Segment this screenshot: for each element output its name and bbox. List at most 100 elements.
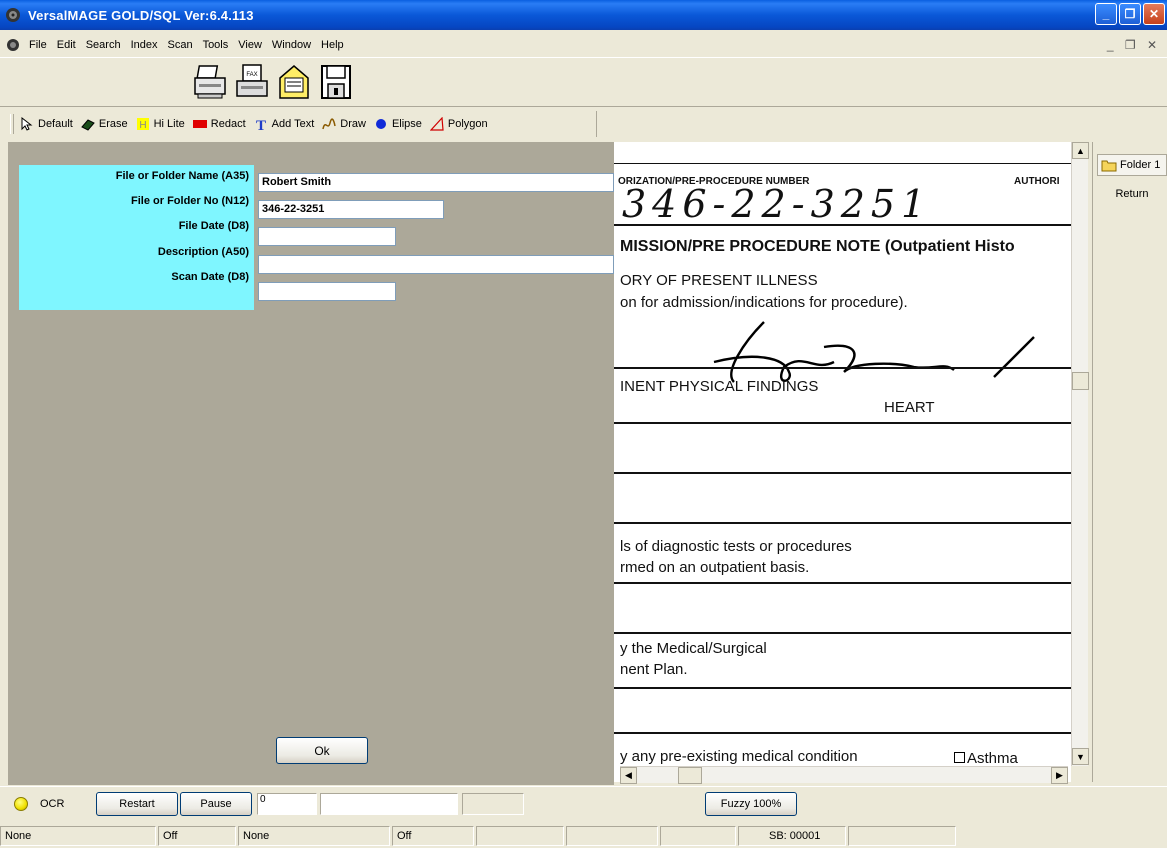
scroll-down-arrow-icon[interactable]: ▼ xyxy=(1072,748,1089,765)
return-button[interactable]: Return xyxy=(1097,188,1167,200)
field-label-file-date: File Date (D8) xyxy=(178,220,249,232)
bottom-control-bar: OCR Restart Pause 0 Fuzzy 100% xyxy=(0,786,1167,820)
menu-bar: File Edit Search Index Scan Tools View W… xyxy=(0,34,1167,56)
printer-icon[interactable] xyxy=(192,62,228,102)
horizontal-scrollbar[interactable]: ◀ ▶ xyxy=(620,766,1068,784)
field-labels-box: File or Folder Name (A35) File or Folder… xyxy=(19,165,254,310)
svg-text:FAX: FAX xyxy=(246,72,257,78)
menu-view[interactable]: View xyxy=(233,39,267,51)
status-cell-6 xyxy=(566,826,658,846)
svg-text:H: H xyxy=(139,120,146,131)
asthma-label: Asthma xyxy=(967,750,1018,767)
tool-draw-label: Draw xyxy=(340,118,366,130)
index-form-panel: File or Folder Name (A35) File or Folder… xyxy=(8,142,614,785)
doc-header-right: AUTHORI xyxy=(1014,176,1060,187)
ocr-progress-field xyxy=(320,793,458,815)
folder-icon xyxy=(1101,160,1117,171)
folder-name-input[interactable]: Robert Smith xyxy=(258,173,614,192)
tool-ellipse[interactable]: Elipse xyxy=(374,117,422,131)
menu-index[interactable]: Index xyxy=(126,39,163,51)
doc-line-tests-1: ls of diagnostic tests or procedures xyxy=(620,538,852,555)
eraser-icon xyxy=(81,119,95,131)
field-label-description: Description (A50) xyxy=(157,246,249,258)
menu-file[interactable]: File xyxy=(24,39,52,51)
pause-button[interactable]: Pause xyxy=(180,792,252,816)
tool-default[interactable]: Default xyxy=(20,117,73,131)
ellipse-icon xyxy=(375,119,386,129)
doc-handwritten-number: 346-22-3251 xyxy=(622,182,932,226)
status-cell-4: Off xyxy=(392,826,474,846)
toolbar-grip[interactable] xyxy=(10,114,14,134)
document-viewer[interactable]: ORIZATION/PRE-PROCEDURE NUMBER AUTHORI 3… xyxy=(614,142,1071,782)
status-cell-5 xyxy=(476,826,564,846)
ok-button[interactable]: Ok xyxy=(276,737,368,764)
menu-search[interactable]: Search xyxy=(81,39,126,51)
tool-default-label: Default xyxy=(38,118,73,130)
scan-date-input[interactable] xyxy=(258,282,396,301)
scroll-left-arrow-icon[interactable]: ◀ xyxy=(620,767,637,784)
vertical-scrollbar[interactable]: ▲ ▼ xyxy=(1071,142,1089,766)
description-input[interactable] xyxy=(258,255,614,274)
menu-help[interactable]: Help xyxy=(316,39,349,51)
minimize-button[interactable]: _ xyxy=(1095,3,1117,25)
status-cell-7 xyxy=(660,826,736,846)
doc-signature xyxy=(713,321,1035,383)
folder-number-input[interactable]: 346-22-3251 xyxy=(258,200,444,219)
ocr-label: OCR xyxy=(40,798,65,810)
tool-add-text[interactable]: T Add Text xyxy=(254,117,315,131)
polygon-icon xyxy=(429,117,444,131)
asthma-checkbox xyxy=(954,752,965,763)
doc-heart-label: HEART xyxy=(884,399,935,416)
scroll-thumb-horizontal[interactable] xyxy=(678,767,702,784)
save-disk-icon[interactable] xyxy=(318,62,354,102)
status-cell-sb: SB: 00001 xyxy=(738,826,846,846)
field-label-name: File or Folder Name (A35) xyxy=(115,170,249,182)
field-label-number: File or Folder No (N12) xyxy=(131,195,249,207)
scroll-right-arrow-icon[interactable]: ▶ xyxy=(1051,767,1068,784)
doc-line-plan-1: y the Medical/Surgical xyxy=(620,640,767,657)
doc-section-physical: INENT PHYSICAL FINDINGS xyxy=(620,378,819,395)
tool-ellipse-label: Elipse xyxy=(391,118,422,130)
menu-window[interactable]: Window xyxy=(267,39,316,51)
restart-button[interactable]: Restart xyxy=(96,792,178,816)
doc-section-illness: ORY OF PRESENT ILLNESS xyxy=(620,272,818,289)
status-cell-2: Off xyxy=(158,826,236,846)
folder-tab[interactable]: Folder 1 xyxy=(1097,154,1167,176)
close-button[interactable]: ✕ xyxy=(1143,3,1165,25)
restore-button[interactable]: ❐ xyxy=(1119,3,1141,25)
svg-text:T: T xyxy=(256,118,266,131)
file-date-input[interactable] xyxy=(258,227,396,246)
main-toolbar: FAX xyxy=(0,57,1167,107)
mdi-window-controls[interactable]: _ ❐ ✕ xyxy=(1107,38,1161,52)
doc-line-plan-2: nent Plan. xyxy=(620,661,688,678)
scroll-thumb-vertical[interactable] xyxy=(1072,372,1089,390)
tool-draw[interactable]: Draw xyxy=(322,117,366,131)
doc-line-condition: y any pre-existing medical condition xyxy=(620,748,858,765)
menu-scan[interactable]: Scan xyxy=(162,39,197,51)
side-panel: Folder 1 Return xyxy=(1092,142,1167,782)
window-title: VersalMAGE GOLD/SQL Ver:6.4.113 xyxy=(28,7,254,23)
tool-polygon-label: Polygon xyxy=(447,118,488,130)
tool-polygon[interactable]: Polygon xyxy=(429,117,488,131)
tool-add-text-label: Add Text xyxy=(271,118,315,130)
fuzzy-search-button[interactable]: Fuzzy 100% xyxy=(705,792,797,816)
menu-edit[interactable]: Edit xyxy=(52,39,81,51)
fax-icon[interactable]: FAX xyxy=(234,62,270,102)
annotation-toolbar: Default Erase H Hi Lite Redact T Add Tex… xyxy=(0,111,597,137)
ocr-status-field xyxy=(462,793,524,815)
tool-redact[interactable]: Redact xyxy=(192,117,246,131)
status-cell-3: None xyxy=(238,826,390,846)
app-menu-icon[interactable] xyxy=(6,38,20,52)
tool-hilite[interactable]: H Hi Lite xyxy=(136,117,185,131)
tool-erase[interactable]: Erase xyxy=(81,117,128,131)
tool-hilite-label: Hi Lite xyxy=(153,118,185,130)
scroll-up-arrow-icon[interactable]: ▲ xyxy=(1072,142,1089,159)
mail-envelope-icon[interactable] xyxy=(276,62,312,102)
doc-line-tests-2: rmed on an outpatient basis. xyxy=(620,559,810,576)
ocr-status-led-icon xyxy=(14,797,28,811)
tool-redact-label: Redact xyxy=(210,118,246,130)
doc-section-illness-sub: on for admission/indications for procedu… xyxy=(620,294,908,311)
title-bar: VersalMAGE GOLD/SQL Ver:6.4.113 _ ❐ ✕ xyxy=(0,0,1167,30)
folder-tab-label: Folder 1 xyxy=(1120,159,1161,171)
menu-tools[interactable]: Tools xyxy=(198,39,234,51)
